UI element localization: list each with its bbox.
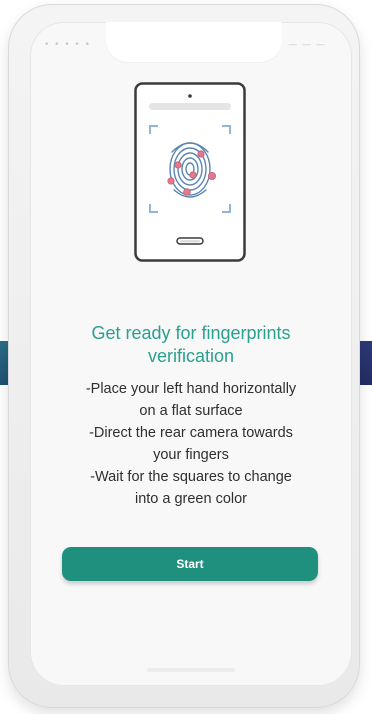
instruction-line-1: -Place your left hand horizontally on a … <box>85 381 297 419</box>
title-text: Get ready for fingerprints verification <box>91 323 291 366</box>
page-title: Get ready for fingerprints verification <box>46 322 336 368</box>
status-bar-left: • • • • • <box>44 40 91 50</box>
status-bar-right: — — — <box>288 40 326 50</box>
start-button[interactable]: Start <box>62 547 318 581</box>
phone-fingerprint-icon <box>134 82 246 262</box>
instruction-line-3: -Wait for the squares to change into a g… <box>90 469 292 507</box>
instructions-block: -Place your left hand horizontally on a … <box>48 378 334 510</box>
instruction-line-2: -Direct the rear camera towards your fin… <box>89 425 293 463</box>
phone-notch <box>106 22 282 62</box>
phone-frame: • • • • • — — — Get ready for fingerprin… <box>8 4 360 708</box>
home-indicator <box>147 668 235 672</box>
phone-screen: • • • • • — — — Get ready for fingerprin… <box>30 22 352 686</box>
